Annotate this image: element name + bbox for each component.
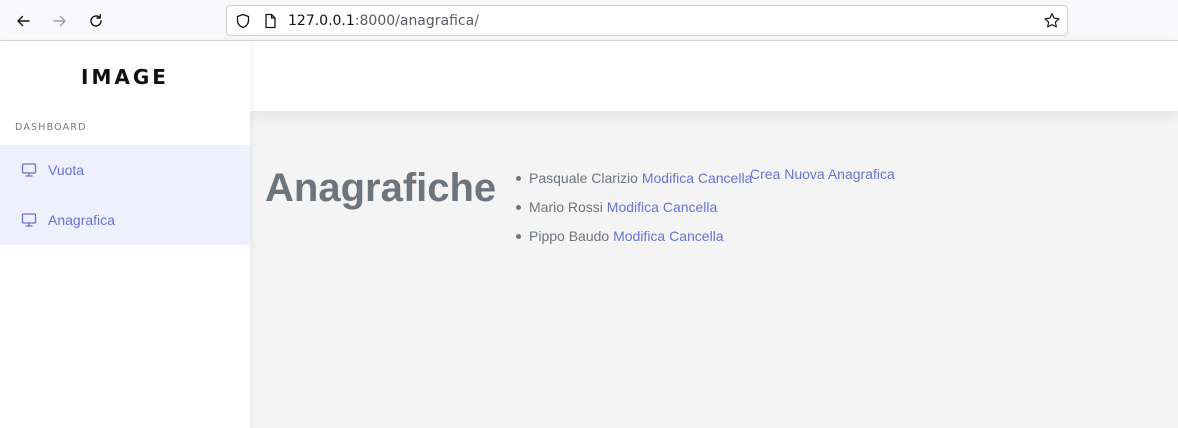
record-name: Pasquale Clarizio [529,170,638,186]
bullet [516,175,521,181]
delete-link[interactable]: Cancella [663,199,717,215]
list-item: Pasquale Clarizio Modifica Cancella [516,170,752,199]
arrow-right-icon [53,15,66,27]
url-host: 127.0.0.1 [288,13,355,29]
shield-icon[interactable] [235,13,251,29]
sidebar-item-anagrafica[interactable]: Anagrafica [0,195,250,245]
browser-toolbar: 127.0.0.1:8000/anagrafica/ [0,0,1178,41]
star-icon[interactable] [1043,12,1061,30]
record-name: Mario Rossi [529,199,603,215]
create-anagrafica-link[interactable]: Crea Nuova Anagrafica [750,166,895,182]
back-button[interactable] [10,8,36,34]
sidebar-item-label: Vuota [48,162,85,178]
bullet [516,233,521,239]
reload-button[interactable] [83,8,109,34]
top-header [250,41,1178,111]
section-label-dashboard: DASHBOARD [15,122,87,133]
page-title: Anagrafiche [265,166,497,210]
record-name: Pippo Baudo [529,228,610,244]
page-icon [265,13,276,29]
bullet [516,204,521,210]
list-item: Mario Rossi Modifica Cancella [516,199,752,228]
edit-link[interactable]: Modifica [613,228,665,244]
delete-link[interactable]: Cancella [698,170,752,186]
arrow-left-icon [17,15,30,27]
edit-link[interactable]: Modifica [642,170,694,186]
list-item: Pippo Baudo Modifica Cancella [516,228,752,257]
sidebar-menu: Vuota Anagrafica [0,145,250,245]
url-path: :8000/anagrafica/ [354,13,479,29]
edit-link[interactable]: Modifica [607,199,659,215]
sidebar: IMAGE DASHBOARD Vuota Anagrafica [0,41,250,428]
url-text[interactable]: 127.0.0.1:8000/anagrafica/ [288,12,479,30]
monitor-icon [21,213,37,227]
forward-button[interactable] [47,8,73,34]
brand-logo[interactable]: IMAGE [0,65,250,89]
monitor-icon [21,163,37,177]
reload-icon [90,14,102,27]
delete-link[interactable]: Cancella [669,228,723,244]
sidebar-item-label: Anagrafica [48,212,115,228]
address-bar[interactable]: 127.0.0.1:8000/anagrafica/ [226,5,1068,36]
sidebar-item-vuota[interactable]: Vuota [0,145,250,195]
records-list: Pasquale Clarizio Modifica Cancella Mari… [516,170,752,257]
